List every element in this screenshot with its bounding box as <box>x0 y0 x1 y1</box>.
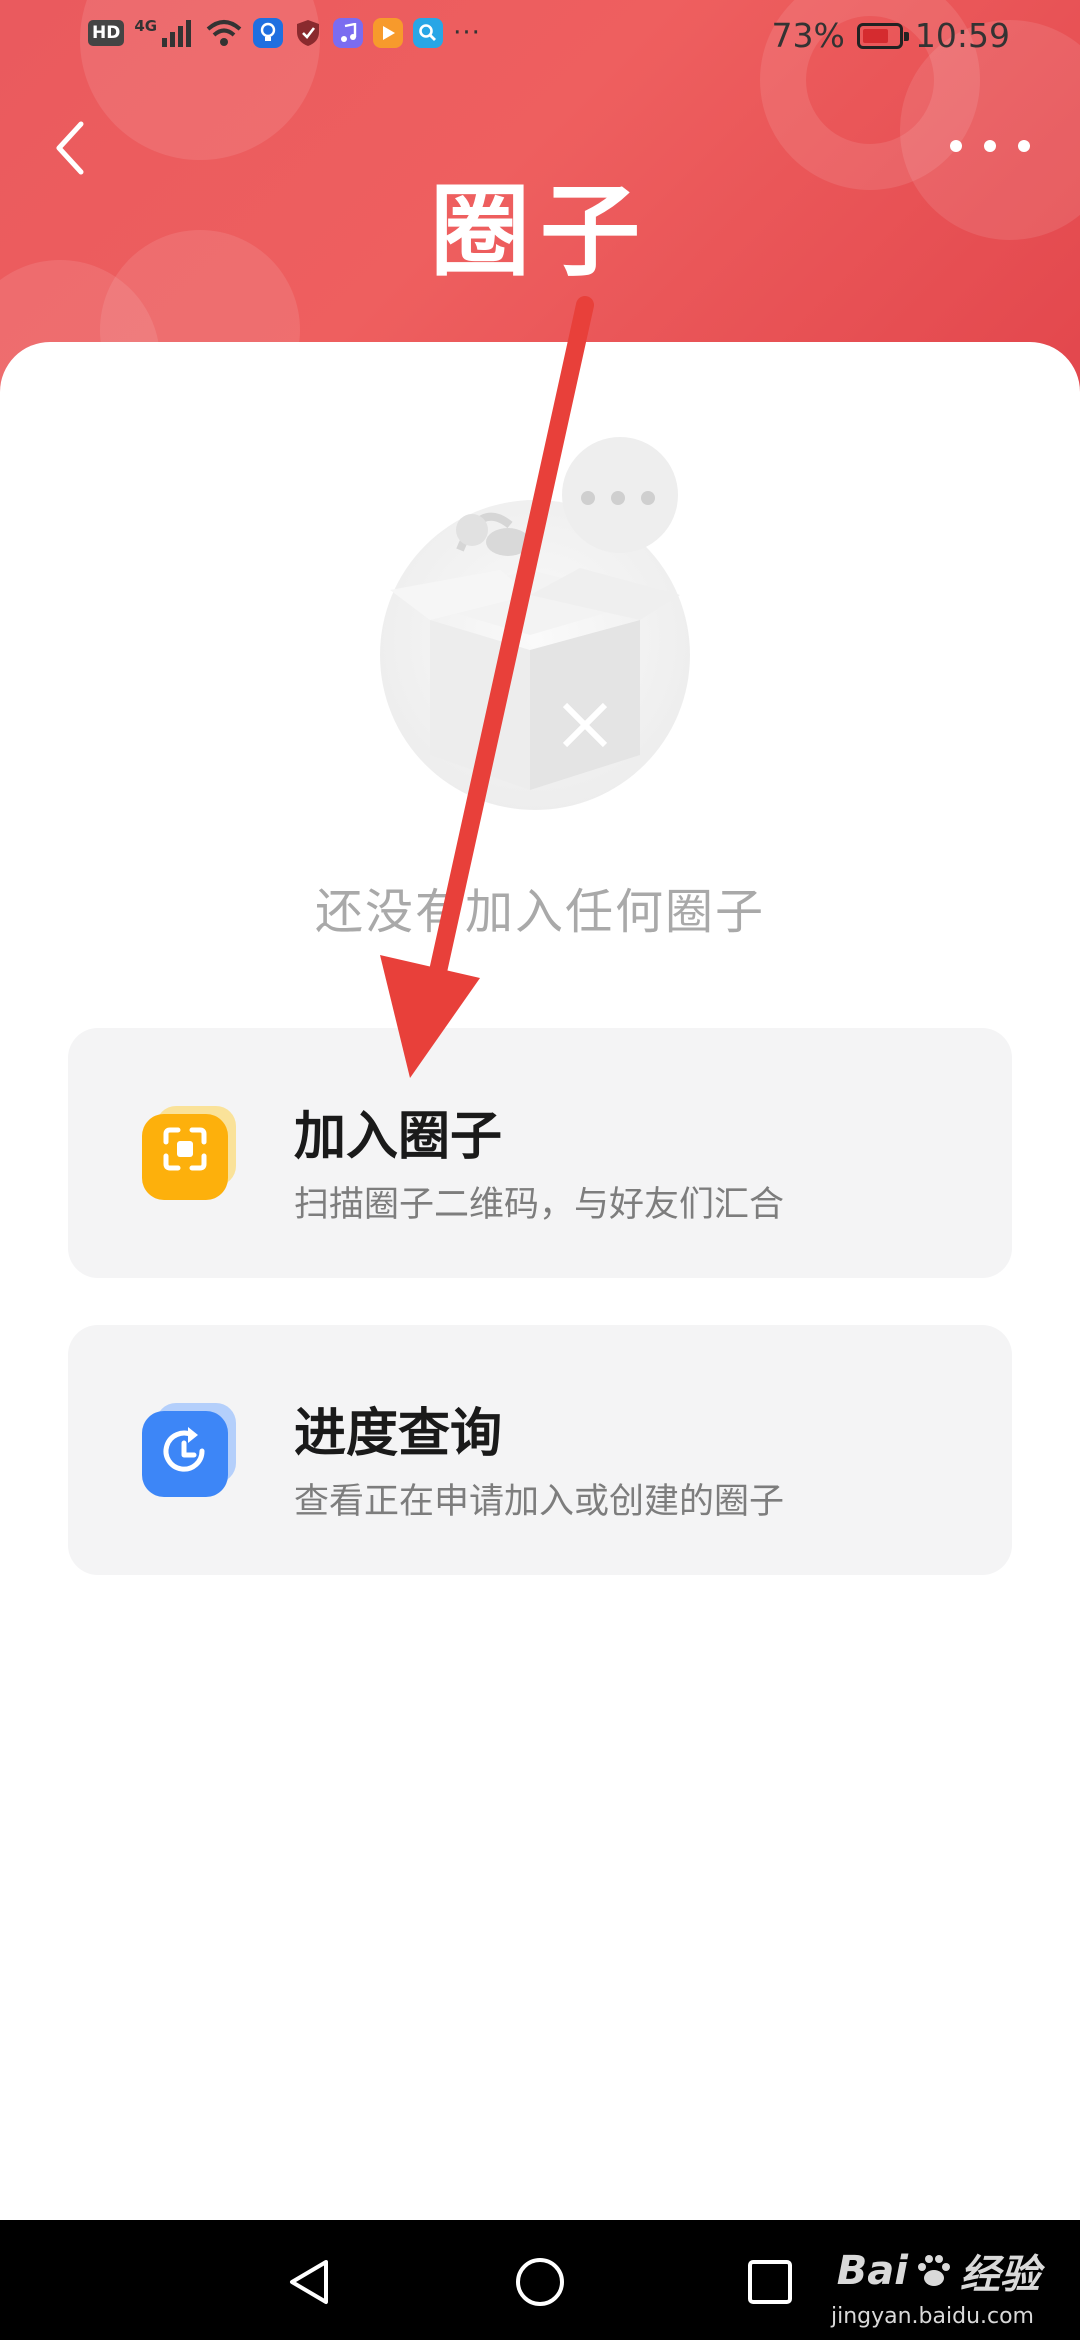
hd-badge: HD <box>88 20 125 46</box>
wifi-icon <box>206 20 242 46</box>
nav-home-icon[interactable] <box>512 2254 568 2310</box>
system-nav-bar: Bai 经验 jingyan.baidu.com <box>0 2220 1080 2340</box>
bulb-icon <box>253 18 284 48</box>
network-type: 4G <box>134 17 158 35</box>
play-icon <box>373 18 404 48</box>
music-icon <box>333 18 364 48</box>
empty-state-message: 还没有加入任何圈子 <box>314 884 765 940</box>
watermark-brand: Bai <box>836 2248 908 2294</box>
status-right: 73% 10:59 <box>772 16 1010 55</box>
baidu-jingyan-watermark: Bai 经验 jingyan.baidu.com <box>831 2242 1040 2329</box>
join-circle-title: 加入圈子 <box>294 1107 503 1167</box>
join-circle-card[interactable]: 加入圈子 扫描圈子二维码，与好友们汇合 <box>68 1028 1012 1278</box>
join-circle-subtitle: 扫描圈子二维码，与好友们汇合 <box>294 1185 785 1225</box>
progress-refresh-icon <box>142 1403 236 1497</box>
paw-logo-icon <box>918 2255 950 2286</box>
progress-query-title: 进度查询 <box>294 1404 503 1464</box>
notification-overflow: ··· <box>453 18 481 48</box>
signal-icon <box>162 20 192 47</box>
nav-recent-apps-icon[interactable] <box>742 2254 798 2310</box>
watermark-url: jingyan.baidu.com <box>830 2304 1034 2329</box>
search-app-icon <box>413 18 444 48</box>
more-dot-icon <box>950 140 962 152</box>
battery-fill <box>862 28 888 43</box>
battery-icon <box>856 22 909 49</box>
nav-back-icon[interactable] <box>282 2254 338 2310</box>
status-bar: HD 4G ··· 73% 10:59 <box>0 0 1080 82</box>
shield-icon <box>293 18 323 48</box>
battery-percent: 73% <box>771 16 845 55</box>
more-button[interactable] <box>950 126 1030 166</box>
more-dot-icon <box>1018 140 1030 152</box>
empty-box-illustration <box>380 437 690 810</box>
clock: 10:59 <box>914 16 1010 55</box>
progress-query-card[interactable]: 进度查询 查看正在申请加入或创建的圈子 <box>68 1325 1012 1575</box>
more-dot-icon <box>984 140 996 152</box>
scan-qr-icon <box>142 1106 236 1200</box>
progress-query-subtitle: 查看正在申请加入或创建的圈子 <box>294 1482 785 1522</box>
status-left: HD 4G ··· <box>88 17 481 48</box>
page-title: 圈子 <box>430 173 650 290</box>
watermark-brand-suffix: 经验 <box>960 2252 1040 2298</box>
